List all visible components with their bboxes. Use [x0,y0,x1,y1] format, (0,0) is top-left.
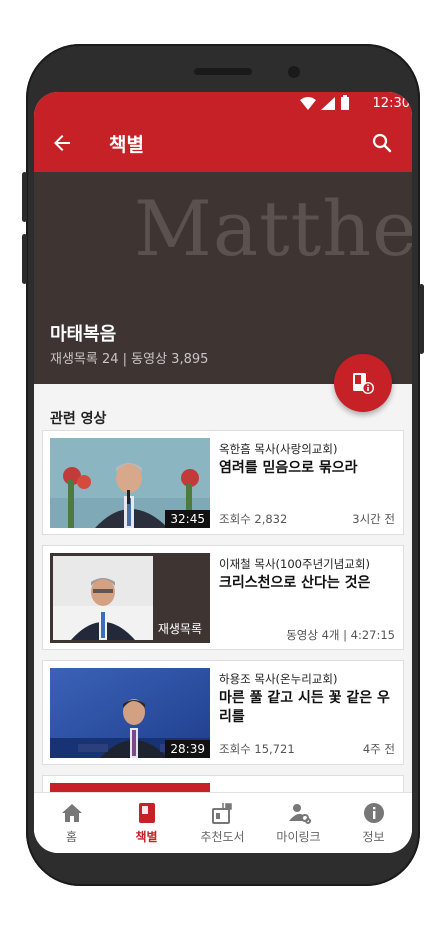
nav-item-my-link[interactable]: 마이링크 [261,801,336,845]
book-watermark: Matthew [134,184,412,273]
section-title: 관련 영상 [50,411,107,427]
video-duration: 28:39 [165,740,210,758]
video-views: 조회수 2,832 [219,512,288,526]
book-info-button[interactable] [334,354,392,412]
nav-label: 마이링크 [276,830,321,844]
video-card[interactable]: 28:39 하용조 목사(온누리교회) 마른 풀 같고 시든 꽃 같은 우리를 … [42,660,404,765]
video-posted-ago: 3시간 전 [352,512,395,526]
video-title: 염려를 믿음으로 묶으라 [219,460,358,476]
nav-label: 책별 [135,830,158,844]
book-meta: 재생목록 24 | 동영상 3,895 [50,352,209,367]
video-card[interactable]: 32:45 옥한흠 목사(사랑의교회) 염려를 믿음으로 묶으라 조회수 2,8… [42,430,404,535]
video-duration: 32:45 [165,510,210,528]
info-icon [363,803,384,823]
video-preacher: 옥한흠 목사(사랑의교회) [219,442,338,456]
video-posted-ago: 4주 전 [362,742,395,756]
page-title: 책별 [109,134,144,156]
video-views: 조회수 15,721 [219,742,295,756]
video-preacher: 이재철 목사(100주년기념교회) [219,557,370,571]
volume-down-button [22,234,27,284]
playlist-thumbnail: 재생목록 [50,553,210,643]
front-camera [288,66,300,78]
book-icon [138,803,155,823]
playlist-count: 동영상 4개 | 4:27:15 [286,628,395,642]
video-thumbnail: 32:45 [50,438,210,528]
app-bar: 책별 [34,114,412,172]
search-icon[interactable] [370,131,394,155]
preacher-thumbnail-image [53,556,153,640]
screen: 12:30 책별 Matthew 마태복음 재생목록 24 | 동영상 3,89… [34,92,412,853]
book-info-icon [353,373,374,394]
signal-icon [321,97,335,110]
nav-label: 홈 [65,830,78,844]
volume-up-button [22,172,27,222]
wifi-icon [300,97,316,110]
phone-frame: 12:30 책별 Matthew 마태복음 재생목록 24 | 동영상 3,89… [22,44,424,886]
book-header: Matthew 마태복음 재생목록 24 | 동영상 3,895 [34,172,412,384]
battery-icon [341,95,349,110]
status-bar: 12:30 [34,92,412,114]
speaker-grille [194,68,252,75]
my-link-icon [288,804,311,824]
nav-item-books[interactable]: 책별 [109,801,184,845]
video-preacher: 하용조 목사(온누리교회) [219,672,338,686]
nav-label: 정보 [362,830,385,844]
nav-item-info[interactable]: 정보 [336,801,411,845]
video-title: 크리스천으로 산다는 것은 [219,575,371,591]
bottom-navigation: 홈 책별 추천도서 마이링크 정보 [34,792,412,853]
recommend-icon [211,803,232,824]
nav-item-home[interactable]: 홈 [34,801,109,845]
nav-label: 추천도서 [200,830,245,844]
video-thumbnail: 28:39 [50,668,210,758]
video-title: 마른 풀 같고 시든 꽃 같은 우리를 [219,690,390,725]
playlist-card[interactable]: 재생목록 이재철 목사(100주년기념교회) 크리스천으로 산다는 것은 동영상… [42,545,404,650]
back-arrow-icon[interactable] [50,131,74,155]
nav-item-recommended-books[interactable]: 추천도서 [185,801,260,845]
home-icon [61,804,82,822]
playlist-label: 재생목록 [157,622,202,636]
book-title: 마태복음 [50,324,117,345]
power-button [419,284,424,354]
status-time: 12:30 [372,96,410,111]
